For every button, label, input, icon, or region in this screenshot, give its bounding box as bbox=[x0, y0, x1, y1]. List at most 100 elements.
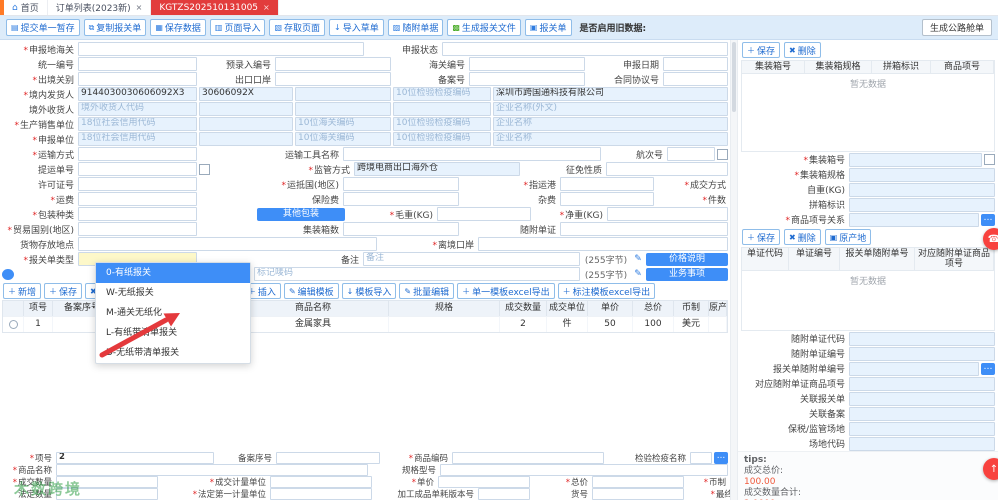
item-toolbar-button[interactable]: ↓模板导入 bbox=[342, 283, 397, 299]
domestic-shipper-credit-code-input[interactable]: 9144030030606092X3 bbox=[78, 87, 197, 101]
freight-input[interactable] bbox=[78, 192, 197, 206]
vertical-scrollbar[interactable] bbox=[730, 40, 738, 500]
consumption-version-input[interactable] bbox=[478, 488, 530, 500]
exit-customs-input[interactable] bbox=[78, 72, 197, 86]
other-package-button[interactable]: 其他包装 bbox=[257, 208, 345, 221]
article-no-input[interactable] bbox=[592, 488, 684, 500]
unified-no-input[interactable] bbox=[78, 57, 197, 71]
checkbox[interactable] bbox=[984, 154, 995, 165]
spec-model-input[interactable] bbox=[440, 464, 728, 476]
overseas-consignee-name-input[interactable]: 企业名称(外文) bbox=[493, 102, 728, 116]
domestic-shipper-ciq-code-input[interactable]: 10位检验检疫编码 bbox=[393, 87, 491, 101]
goods-item-relation-input[interactable] bbox=[849, 213, 979, 227]
unit-input[interactable] bbox=[270, 476, 372, 488]
toolbar-button[interactable]: ⧉复制报关单 bbox=[84, 19, 147, 36]
bill-no-input[interactable] bbox=[78, 162, 197, 176]
supervision-mode-input[interactable]: 跨境电商出口海外仓 bbox=[354, 162, 520, 176]
domestic-shipper-name-input[interactable]: 深圳市跨国通科技有限公司 bbox=[493, 87, 728, 101]
input-field[interactable] bbox=[199, 117, 293, 131]
container-spec-input[interactable] bbox=[849, 168, 995, 182]
attached-doc-no-input[interactable] bbox=[849, 347, 995, 361]
item-toolbar-button[interactable]: ✎编辑模板 bbox=[284, 283, 339, 299]
declare-status-input[interactable] bbox=[442, 42, 728, 56]
trade-country-input[interactable] bbox=[78, 222, 197, 236]
package-type-input[interactable] bbox=[78, 207, 197, 221]
sidebar-button[interactable]: ✖删除 bbox=[784, 42, 821, 58]
item-no-input[interactable]: 2 bbox=[56, 452, 214, 464]
domestic-shipper-customs-code-input[interactable]: 30606092X bbox=[199, 87, 293, 101]
voyage-no-input[interactable] bbox=[667, 147, 715, 161]
record-serial-input[interactable] bbox=[276, 452, 380, 464]
dropdown-option-1[interactable]: W-无纸报关 bbox=[96, 283, 250, 303]
back-to-top-float-button[interactable]: ↑ bbox=[983, 458, 998, 480]
goods-name-input[interactable] bbox=[56, 464, 368, 476]
item-toolbar-button[interactable]: ＋新增 bbox=[3, 283, 41, 299]
customs-no-input[interactable] bbox=[469, 57, 585, 71]
item-toolbar-button[interactable]: ＋保存 bbox=[44, 283, 82, 299]
site-code-input[interactable] bbox=[849, 437, 995, 451]
checkbox[interactable] bbox=[717, 149, 728, 160]
contract-no-input[interactable] bbox=[663, 72, 728, 86]
price-note-button[interactable]: 价格说明 bbox=[646, 253, 728, 266]
container-weight-input[interactable] bbox=[849, 183, 995, 197]
related-declaration-input[interactable] bbox=[849, 392, 995, 406]
legal-qty-input[interactable] bbox=[56, 488, 158, 500]
input-field[interactable] bbox=[199, 132, 293, 146]
pre-entry-no-input[interactable] bbox=[275, 57, 391, 71]
producer-customs-code-input[interactable]: 10位海关编码 bbox=[295, 117, 391, 131]
remark-input[interactable]: 备注 bbox=[363, 252, 580, 266]
more-button[interactable]: … bbox=[981, 214, 995, 226]
declaration-attached-no-input[interactable] bbox=[849, 362, 979, 376]
toolbar-button[interactable]: ▣报关单 bbox=[525, 19, 572, 36]
domestic-shipper-extra-input[interactable] bbox=[295, 87, 391, 101]
declare-agent-ciq-code-input[interactable]: 10位检验检疫编码 bbox=[393, 132, 491, 146]
license-no-input[interactable] bbox=[78, 177, 197, 191]
transport-mode-input[interactable] bbox=[78, 147, 197, 161]
qty-input[interactable] bbox=[56, 476, 158, 488]
item-toolbar-button[interactable]: ＋标注模板excel导出 bbox=[558, 283, 656, 299]
producer-name-input[interactable]: 企业名称 bbox=[493, 117, 728, 131]
item-toolbar-button[interactable]: ＋单一模板excel导出 bbox=[457, 283, 555, 299]
tab-close-icon[interactable]: × bbox=[263, 3, 270, 12]
overseas-consignee-code-input[interactable]: 境外收货人代码 bbox=[78, 102, 197, 116]
checkbox[interactable] bbox=[199, 164, 210, 175]
expand-icon[interactable] bbox=[2, 269, 14, 280]
insurance-input[interactable] bbox=[343, 192, 459, 206]
attached-doc-input[interactable] bbox=[560, 222, 728, 236]
record-no-input[interactable] bbox=[469, 72, 585, 86]
net-weight-input[interactable] bbox=[607, 207, 728, 221]
scrollbar-thumb[interactable] bbox=[732, 42, 736, 112]
container-count-input[interactable] bbox=[343, 222, 459, 236]
dropdown-option-0[interactable]: 0-有纸报关 bbox=[96, 263, 250, 283]
sidebar-button[interactable]: ＋保存 bbox=[742, 42, 780, 58]
legal-unit1-input[interactable] bbox=[270, 488, 372, 500]
input-field[interactable] bbox=[393, 102, 491, 116]
tab-2[interactable]: KGTZS202510131005× bbox=[151, 0, 278, 15]
sidebar-button[interactable]: ▣原产地 bbox=[825, 229, 872, 245]
toolbar-button[interactable]: ▩生成报关文件 bbox=[447, 19, 521, 36]
related-record-input[interactable] bbox=[849, 407, 995, 421]
unit-price-input[interactable] bbox=[438, 476, 530, 488]
toolbar-button[interactable]: ▦保存数据 bbox=[150, 19, 206, 36]
declare-date-input[interactable] bbox=[663, 57, 728, 71]
transport-tool-input[interactable] bbox=[343, 147, 601, 161]
toolbar-button[interactable]: ↓导入草单 bbox=[329, 19, 384, 36]
toolbar-button[interactable]: ▧存取页面 bbox=[269, 19, 325, 36]
export-port-input[interactable] bbox=[275, 72, 391, 86]
exit-port-input[interactable] bbox=[478, 237, 728, 251]
bonded-site-input[interactable] bbox=[849, 422, 995, 436]
hs-code-input[interactable] bbox=[452, 452, 604, 464]
declare-agent-name-input[interactable]: 企业名称 bbox=[493, 132, 728, 146]
producer-ciq-code-input[interactable]: 10位检验检疫编码 bbox=[393, 117, 491, 131]
total-price-input[interactable] bbox=[592, 476, 684, 488]
attached-doc-item-no-input[interactable] bbox=[849, 377, 995, 391]
toolbar-button[interactable]: ▤提交单一暂存 bbox=[6, 19, 80, 36]
ciq-name-input[interactable] bbox=[690, 452, 712, 464]
edit-icon[interactable]: ✎ bbox=[632, 269, 644, 279]
more-button[interactable]: … bbox=[981, 363, 995, 375]
goods-location-input[interactable] bbox=[78, 237, 377, 251]
input-field[interactable] bbox=[199, 102, 293, 116]
container-no-input[interactable] bbox=[849, 153, 982, 167]
levy-nature-input[interactable] bbox=[606, 162, 728, 176]
declare-agent-customs-code-input[interactable]: 10位海关编码 bbox=[295, 132, 391, 146]
